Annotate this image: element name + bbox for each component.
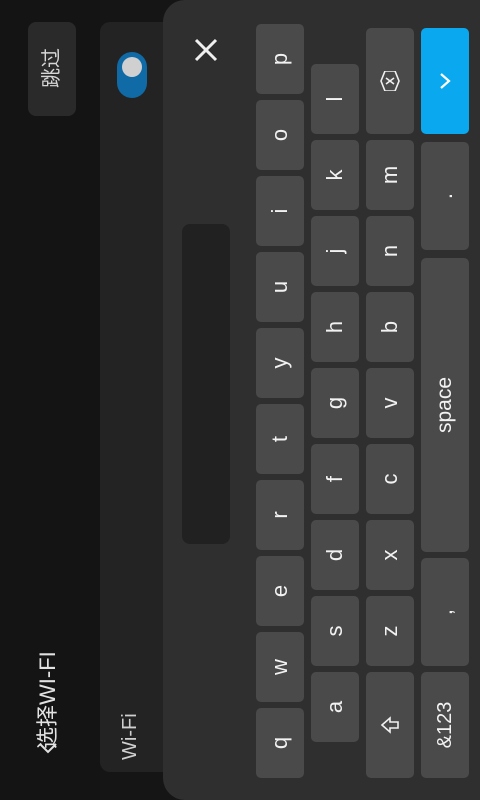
key-v[interactable]: v [366,368,414,438]
key-i[interactable]: i [256,176,304,246]
key-p[interactable]: p [256,24,304,94]
numbers-key[interactable]: &123 [421,672,469,778]
key-m[interactable]: m [366,140,414,210]
text-input-field[interactable] [182,224,230,544]
key-g[interactable]: g [311,368,359,438]
key-y[interactable]: y [256,328,304,398]
key-r[interactable]: r [256,480,304,550]
key-e[interactable]: e [256,556,304,626]
toggle-knob [122,57,142,77]
wifi-toggle[interactable] [117,52,147,98]
chevron-right-icon [440,73,451,89]
key-t[interactable]: t [256,404,304,474]
key-k[interactable]: k [311,140,359,210]
key-f[interactable]: f [311,444,359,514]
enter-key[interactable] [421,28,469,134]
key-j[interactable]: j [311,216,359,286]
key-o[interactable]: o [256,100,304,170]
key-w[interactable]: w [256,632,304,702]
shift-icon [380,716,399,734]
key-a[interactable]: a [311,672,359,742]
period-key[interactable]: . [421,142,469,250]
backspace-icon [380,71,400,91]
backspace-key[interactable] [366,28,414,134]
skip-label: 跳过 [41,48,63,88]
key-n[interactable]: n [366,216,414,286]
key-l[interactable]: l [311,64,359,134]
key-d[interactable]: d [311,520,359,590]
key-z[interactable]: z [366,596,414,666]
shift-key[interactable] [366,672,414,778]
page-title: 选择WI-FI [35,651,60,749]
key-s[interactable]: s [311,596,359,666]
key-q[interactable]: q [256,708,304,778]
key-x[interactable]: x [366,520,414,590]
wifi-label: Wi-Fi [119,713,141,760]
key-h[interactable]: h [311,292,359,362]
close-icon[interactable] [192,36,220,64]
comma-key[interactable]: , [421,558,469,666]
space-key[interactable]: space [421,258,469,552]
key-u[interactable]: u [256,252,304,322]
key-b[interactable]: b [366,292,414,362]
key-c[interactable]: c [366,444,414,514]
